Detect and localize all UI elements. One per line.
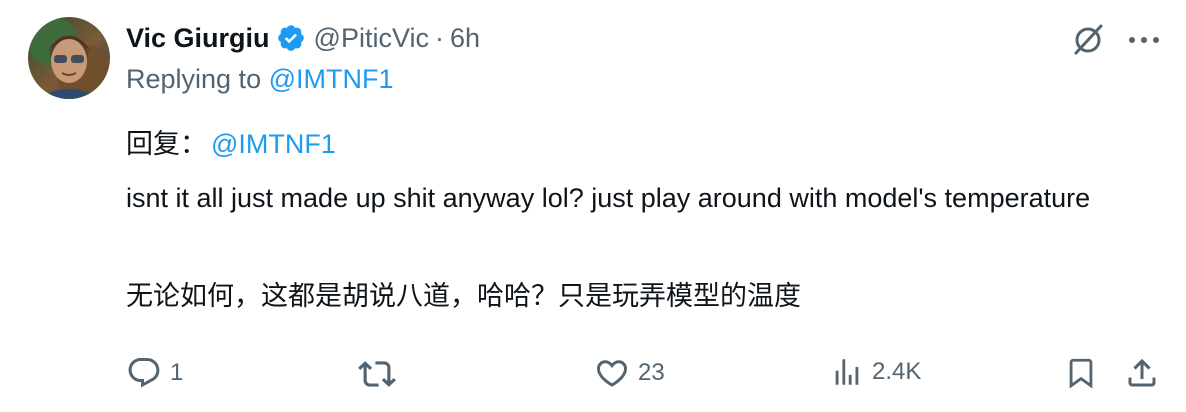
- timestamp[interactable]: 6h: [450, 23, 480, 54]
- translated-replying-to-handle[interactable]: @IMTNF1: [211, 129, 336, 159]
- more-icon[interactable]: [1124, 22, 1164, 58]
- translated-replying-to: 回复： @IMTNF1: [126, 122, 336, 161]
- tweet-translation: 无论如何，这都是胡说八道，哈哈？只是玩弄模型的温度: [126, 281, 801, 311]
- replying-to: Replying to @IMTNF1: [126, 64, 394, 95]
- like-button[interactable]: 23: [594, 355, 665, 391]
- like-count: 23: [638, 359, 665, 386]
- retweet-button[interactable]: [358, 355, 404, 393]
- reply-count: 1: [170, 359, 184, 386]
- replying-to-handle[interactable]: @IMTNF1: [269, 64, 394, 94]
- retweet-icon: [358, 361, 396, 387]
- reply-icon: [128, 358, 160, 388]
- bookmark-button[interactable]: [1064, 355, 1098, 391]
- replying-to-label: Replying to: [126, 64, 262, 94]
- views-chart-icon: [835, 359, 859, 385]
- tweet-text: isnt it all just made up shit anyway lol…: [126, 183, 1091, 213]
- bookmark-icon: [1069, 358, 1093, 389]
- tweet-header: Vic Giurgiu @PiticVic · 6h: [126, 20, 480, 56]
- author-name[interactable]: Vic Giurgiu: [126, 23, 270, 54]
- grok-icon[interactable]: [1068, 20, 1108, 60]
- share-button[interactable]: [1124, 355, 1160, 391]
- translated-replying-to-label: 回复：: [126, 129, 207, 159]
- action-bar: 1 23 2.4K: [0, 355, 1186, 395]
- reply-button[interactable]: 1: [126, 355, 183, 391]
- heart-icon: [596, 360, 628, 387]
- share-icon: [1128, 358, 1156, 387]
- views-button[interactable]: 2.4K: [830, 355, 921, 389]
- avatar[interactable]: [28, 17, 110, 99]
- verified-badge-icon[interactable]: [276, 23, 306, 53]
- views-count: 2.4K: [872, 358, 922, 385]
- author-handle[interactable]: @PiticVic: [314, 23, 429, 54]
- separator-dot: ·: [434, 22, 444, 53]
